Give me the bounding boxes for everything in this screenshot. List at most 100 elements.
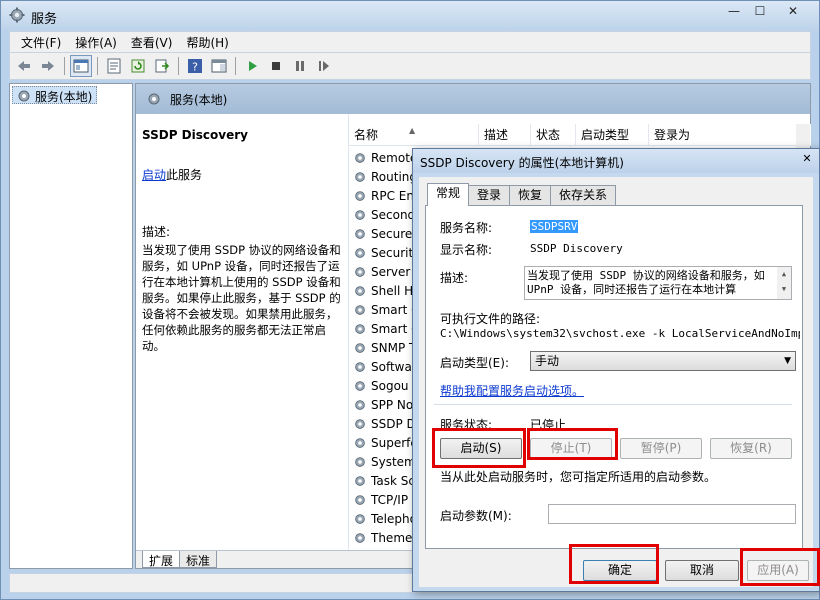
help-toolbar-button[interactable]: ? [184, 55, 206, 77]
service-gear-icon [355, 190, 365, 201]
service-gear-icon [355, 304, 365, 315]
start-service-toolbar-button[interactable] [241, 55, 263, 77]
service-name-cell: Second [371, 207, 416, 222]
tab-dependencies[interactable]: 依存关系 [550, 185, 617, 206]
display-name-label: 显示名称: [440, 243, 493, 257]
toolbar-separator [64, 57, 65, 75]
display-name-value[interactable]: SSDP Discovery [530, 242, 623, 255]
menu-file[interactable]: 文件(F) [14, 34, 68, 51]
maximize-button[interactable]: ☐ [747, 1, 773, 20]
service-gear-icon [355, 228, 365, 239]
resume-button[interactable]: 恢复(R) [710, 438, 792, 459]
description-textbox[interactable]: 当发现了使用 SSDP 协议的网络设备和服务，如 UPnP 设备，同时还报告了运… [524, 266, 792, 300]
tab-extended[interactable]: 扩展 [142, 551, 181, 568]
start-service-link[interactable]: 启动 [142, 168, 166, 182]
menu-help[interactable]: 帮助(H) [179, 34, 235, 51]
start-service-suffix: 此服务 [166, 168, 203, 182]
start-params-label: 启动参数(M): [440, 509, 512, 523]
menu-bar: 文件(F) 操作(A) 查看(V) 帮助(H) [9, 31, 811, 53]
service-name-cell: Superfe [371, 435, 418, 450]
tab-recovery[interactable]: 恢复 [509, 185, 552, 206]
forward-button[interactable] [37, 55, 59, 77]
service-gear-icon [355, 323, 365, 334]
service-gear-icon [355, 152, 365, 163]
column-header-description[interactable]: 描述 [479, 124, 531, 146]
details-header: 服务(本地) [136, 84, 810, 114]
tree-item-services-local[interactable]: 服务(本地) [12, 86, 98, 104]
column-header-logon-as[interactable]: 登录为 [649, 124, 797, 146]
back-button[interactable] [13, 55, 35, 77]
startup-help-link[interactable]: 帮助我配置服务启动选项。 [440, 382, 584, 399]
help-icon: ? [188, 59, 202, 74]
minimize-button[interactable]: — [721, 1, 747, 20]
toolbar-separator [235, 57, 236, 75]
properties-toolbar-button[interactable] [103, 55, 125, 77]
menu-view[interactable]: 查看(V) [124, 34, 180, 51]
forward-arrow-icon [42, 61, 54, 71]
title-bar: 服务 — ☐ ✕ [1, 1, 819, 31]
tab-general[interactable]: 常规 [427, 183, 470, 206]
service-name-cell: Telepho [371, 511, 417, 526]
export-icon [155, 59, 170, 73]
service-gear-icon [355, 532, 365, 543]
service-gear-icon [355, 171, 365, 182]
service-properties-dialog: SSDP Discovery 的属性(本地计算机) ✕ 常规 登录 恢复 依存关… [412, 148, 820, 592]
menu-action[interactable]: 操作(A) [68, 34, 124, 51]
start-params-input[interactable] [548, 504, 796, 524]
properties-icon [107, 58, 121, 74]
highlight-start-button [432, 428, 526, 468]
console-tree: 服务(本地) [9, 83, 133, 569]
pause-button[interactable]: 暂停(P) [620, 438, 702, 459]
service-name-value[interactable]: SSDPSRV [530, 220, 579, 233]
divider [434, 404, 792, 405]
dialog-close-button[interactable]: ✕ [798, 150, 816, 166]
column-header-startup-type[interactable]: 启动类型 [576, 124, 649, 146]
export-list-button[interactable] [151, 55, 173, 77]
description-scrollbar[interactable]: ▲ ▼ [777, 267, 791, 299]
services-gear-icon [9, 7, 25, 23]
service-name-cell: SPP Not [371, 397, 418, 412]
tree-item-label: 服务(本地) [35, 90, 93, 104]
restart-icon [319, 61, 329, 71]
column-header-name[interactable]: ▲ 名称 [349, 124, 479, 146]
service-gear-icon [355, 266, 365, 277]
start-params-hint: 当从此处启动服务时，您可指定所适用的启动参数。 [440, 470, 717, 484]
toolbar-separator [97, 57, 98, 75]
list-header: ▲ 名称 描述 状态 启动类型 登录为 [349, 124, 811, 146]
pause-service-toolbar-button[interactable] [289, 55, 311, 77]
service-gear-icon [355, 494, 365, 505]
executable-path-value[interactable]: C:\Windows\system32\svchost.exe -k Local… [440, 327, 800, 340]
close-button[interactable]: ✕ [773, 1, 813, 20]
service-gear-icon [355, 380, 365, 391]
service-name-label: 服务名称: [440, 221, 493, 235]
tab-logon[interactable]: 登录 [468, 185, 511, 206]
show-console-tree-button[interactable] [70, 55, 92, 77]
stop-icon [272, 62, 280, 70]
cancel-button[interactable]: 取消 [665, 560, 739, 581]
service-gear-icon [355, 361, 365, 372]
stop-service-toolbar-button[interactable] [265, 55, 287, 77]
back-arrow-icon [18, 61, 30, 71]
service-gear-icon [355, 456, 365, 467]
service-name-cell: TCP/IP [371, 492, 409, 507]
service-description-text: 当发现了使用 SSDP 协议的网络设备和服务，如 UPnP 设备，同时还报告了运… [142, 243, 341, 353]
executable-path-label: 可执行文件的路径: [440, 312, 541, 326]
startup-type-select[interactable]: 手动 ▼ [530, 351, 796, 371]
service-name-cell: Server [371, 264, 411, 279]
refresh-button[interactable] [127, 55, 149, 77]
services-gear-icon [148, 93, 160, 105]
selected-service-title: SSDP Discovery [142, 128, 248, 142]
sort-ascending-icon: ▲ [409, 126, 416, 135]
show-action-pane-button[interactable] [208, 55, 230, 77]
start-service-line: 启动此服务 [142, 166, 344, 183]
tab-standard[interactable]: 标准 [179, 551, 218, 568]
service-gear-icon [355, 399, 365, 410]
highlight-ok-button [569, 544, 659, 584]
restart-service-toolbar-button[interactable] [313, 55, 335, 77]
column-header-status[interactable]: 状态 [531, 124, 576, 146]
service-gear-icon [355, 342, 365, 353]
details-header-title: 服务(本地) [170, 92, 228, 107]
services-gear-icon [18, 90, 30, 102]
service-name-cell: Remote [371, 150, 418, 165]
window-title: 服务 [31, 12, 58, 27]
